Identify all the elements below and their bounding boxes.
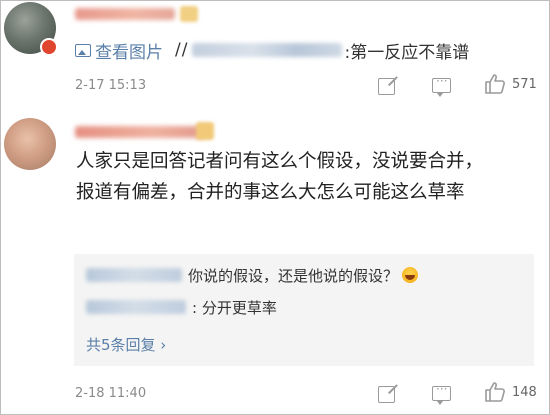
comment1-actions <box>378 75 395 95</box>
picture-icon <box>75 43 91 57</box>
more-replies-link[interactable]: 共5条回复 › <box>86 334 166 355</box>
username-blurred[interactable] <box>75 126 205 138</box>
comment2-like-action[interactable]: 148 <box>484 381 537 403</box>
reply-text: : 分开更草率 <box>192 298 277 317</box>
share-icon[interactable] <box>378 78 395 95</box>
reply-thread: 你说的假设，还是他说的假设？ : 分开更草率 共5条回复 › <box>74 254 534 366</box>
comment1-reply-action <box>432 74 451 97</box>
vip-badge-icon <box>180 6 198 22</box>
verified-badge-icon <box>40 38 58 56</box>
comment1-like-action[interactable]: 571 <box>484 73 537 95</box>
repost-slashes: // <box>175 40 189 60</box>
vip-badge-icon <box>196 122 214 140</box>
comment2-text: 人家只是回答记者问有这么个假设，没说要合并，报道有偏差，合并的事这么大怎么可能这… <box>76 151 484 203</box>
reply-item: : 分开更草率 <box>86 296 277 318</box>
comment2-timestamp: 2-18 11:40 <box>75 386 147 401</box>
reply-text: 你说的假设，还是他说的假设？ <box>188 266 399 285</box>
like-count: 148 <box>512 384 537 400</box>
like-count: 571 <box>512 76 537 92</box>
reply-item: 你说的假设，还是他说的假设？ <box>86 264 419 286</box>
comment-icon[interactable] <box>432 74 451 97</box>
comment1-content: 查看图片 // :第一反应不靠谱 <box>75 38 470 63</box>
comment1-timestamp: 2-17 15:13 <box>75 78 147 93</box>
share-icon[interactable] <box>378 386 395 403</box>
reply-username-blurred[interactable] <box>86 300 186 314</box>
comment-icon[interactable] <box>432 382 451 405</box>
username-blurred[interactable] <box>75 8 175 20</box>
comment2-actions <box>378 383 395 403</box>
laughing-emoji-icon <box>402 267 419 283</box>
thumbs-up-icon[interactable] <box>484 73 506 95</box>
comment2-reply-action <box>432 382 451 405</box>
avatar[interactable] <box>4 118 56 170</box>
mention-handle-blurred[interactable] <box>192 43 343 57</box>
reply-username-blurred[interactable] <box>86 268 182 282</box>
thumbs-up-icon[interactable] <box>484 381 506 403</box>
comment1-quote-text: :第一反应不靠谱 <box>344 42 470 63</box>
view-image-link[interactable]: 查看图片 <box>95 38 163 63</box>
